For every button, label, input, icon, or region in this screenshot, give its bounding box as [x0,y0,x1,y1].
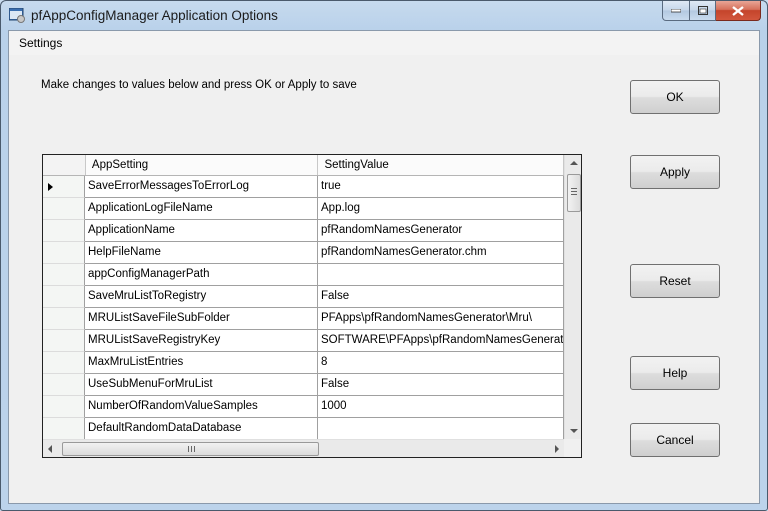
cell-appsetting[interactable]: HelpFileName [85,242,318,264]
table-row[interactable]: SaveErrorMessagesToErrorLog true [43,176,564,198]
cell-settingvalue[interactable]: PFApps\pfRandomNamesGenerator\Mru\ [318,308,564,330]
row-header[interactable] [43,198,85,220]
column-header-appsetting[interactable]: AppSetting [86,155,319,175]
help-button[interactable]: Help [630,356,720,390]
row-header[interactable] [43,264,85,286]
app-window: pfAppConfigManager Application Options S… [0,0,768,511]
cell-appsetting[interactable]: SaveErrorMessagesToErrorLog [85,176,318,198]
menu-settings[interactable]: Settings [19,36,62,50]
column-header-settingvalue[interactable]: SettingValue [318,155,564,175]
scroll-up-icon[interactable] [570,161,578,165]
grip-icon [188,446,189,452]
row-header[interactable] [43,352,85,374]
row-header[interactable] [43,330,85,352]
cell-settingvalue[interactable]: App.log [318,198,564,220]
table-row[interactable]: MRUListSaveRegistryKey SOFTWARE\PFApps\pf… [43,330,564,352]
cell-settingvalue[interactable]: SOFTWARE\PFApps\pfRandomNamesGenerator [318,330,564,352]
table-row[interactable]: UseSubMenuForMruList False [43,374,564,396]
cell-appsetting[interactable]: DefaultRandomDataDatabase [85,418,318,440]
grid-header: AppSetting SettingValue [43,155,564,176]
vertical-scroll-thumb[interactable] [567,174,581,212]
grid-rows: SaveErrorMessagesToErrorLog true Applicati… [43,176,564,440]
cell-settingvalue[interactable]: False [318,374,564,396]
row-header[interactable] [43,418,85,440]
cell-settingvalue[interactable]: true [318,176,564,198]
cell-settingvalue[interactable]: 1000 [318,396,564,418]
minimize-icon [671,8,681,12]
table-row[interactable]: ApplicationLogFileName App.log [43,198,564,220]
row-header[interactable] [43,308,85,330]
row-header[interactable] [43,176,85,198]
table-row[interactable]: ApplicationName pfRandomNamesGenerator [43,220,564,242]
table-row[interactable]: MaxMruListEntries 8 [43,352,564,374]
horizontal-scrollbar[interactable] [43,439,564,457]
table-row[interactable]: NumberOfRandomValueSamples 1000 [43,396,564,418]
cell-appsetting[interactable]: NumberOfRandomValueSamples [85,396,318,418]
cell-appsetting[interactable]: UseSubMenuForMruList [85,374,318,396]
row-header[interactable] [43,396,85,418]
cell-settingvalue[interactable] [318,418,564,440]
horizontal-scroll-thumb[interactable] [62,442,319,456]
cell-settingvalue[interactable] [318,264,564,286]
row-header[interactable] [43,286,85,308]
grip-icon [571,188,577,189]
row-header[interactable] [43,374,85,396]
table-row[interactable]: SaveMruListToRegistry False [43,286,564,308]
title-bar[interactable]: pfAppConfigManager Application Options [1,1,767,31]
apply-button[interactable]: Apply [630,155,720,189]
table-row[interactable]: HelpFileName pfRandomNamesGenerator.chm [43,242,564,264]
vertical-scrollbar[interactable] [564,155,581,439]
window-title: pfAppConfigManager Application Options [31,8,278,23]
row-header[interactable] [43,242,85,264]
close-button[interactable] [716,1,761,21]
table-row[interactable]: appConfigManagerPath [43,264,564,286]
maximize-button[interactable] [690,1,716,21]
scroll-right-icon[interactable] [555,445,559,453]
settings-grid[interactable]: AppSetting SettingValue SaveErrorMessage… [42,154,582,458]
minimize-button[interactable] [662,1,690,21]
menu-bar: Settings [9,31,759,55]
row-header[interactable] [43,220,85,242]
client-area: Settings Make changes to values below an… [8,30,760,504]
grid-corner-header[interactable] [43,155,86,175]
table-row[interactable]: MRUListSaveFileSubFolder PFApps\pfRandomN… [43,308,564,330]
cell-appsetting[interactable]: MaxMruListEntries [85,352,318,374]
cell-appsetting[interactable]: appConfigManagerPath [85,264,318,286]
maximize-icon [697,6,708,15]
cell-appsetting[interactable]: MRUListSaveRegistryKey [85,330,318,352]
cell-appsetting[interactable]: ApplicationLogFileName [85,198,318,220]
scroll-left-icon[interactable] [48,445,52,453]
cell-appsetting[interactable]: MRUListSaveFileSubFolder [85,308,318,330]
scroll-down-icon[interactable] [570,429,578,433]
cancel-button[interactable]: Cancel [630,423,720,457]
table-row[interactable]: DefaultRandomDataDatabase [43,418,564,440]
app-icon [9,8,25,23]
cell-settingvalue[interactable]: 8 [318,352,564,374]
cell-settingvalue[interactable]: pfRandomNamesGenerator.chm [318,242,564,264]
cell-appsetting[interactable]: ApplicationName [85,220,318,242]
scrollbar-corner [564,439,581,457]
current-row-arrow-icon [48,183,53,191]
instructions-label: Make changes to values below and press O… [41,79,357,91]
cell-settingvalue[interactable]: pfRandomNamesGenerator [318,220,564,242]
cell-settingvalue[interactable]: False [318,286,564,308]
close-icon [732,5,744,16]
reset-button[interactable]: Reset [630,264,720,298]
ok-button[interactable]: OK [630,80,720,114]
cell-appsetting[interactable]: SaveMruListToRegistry [85,286,318,308]
